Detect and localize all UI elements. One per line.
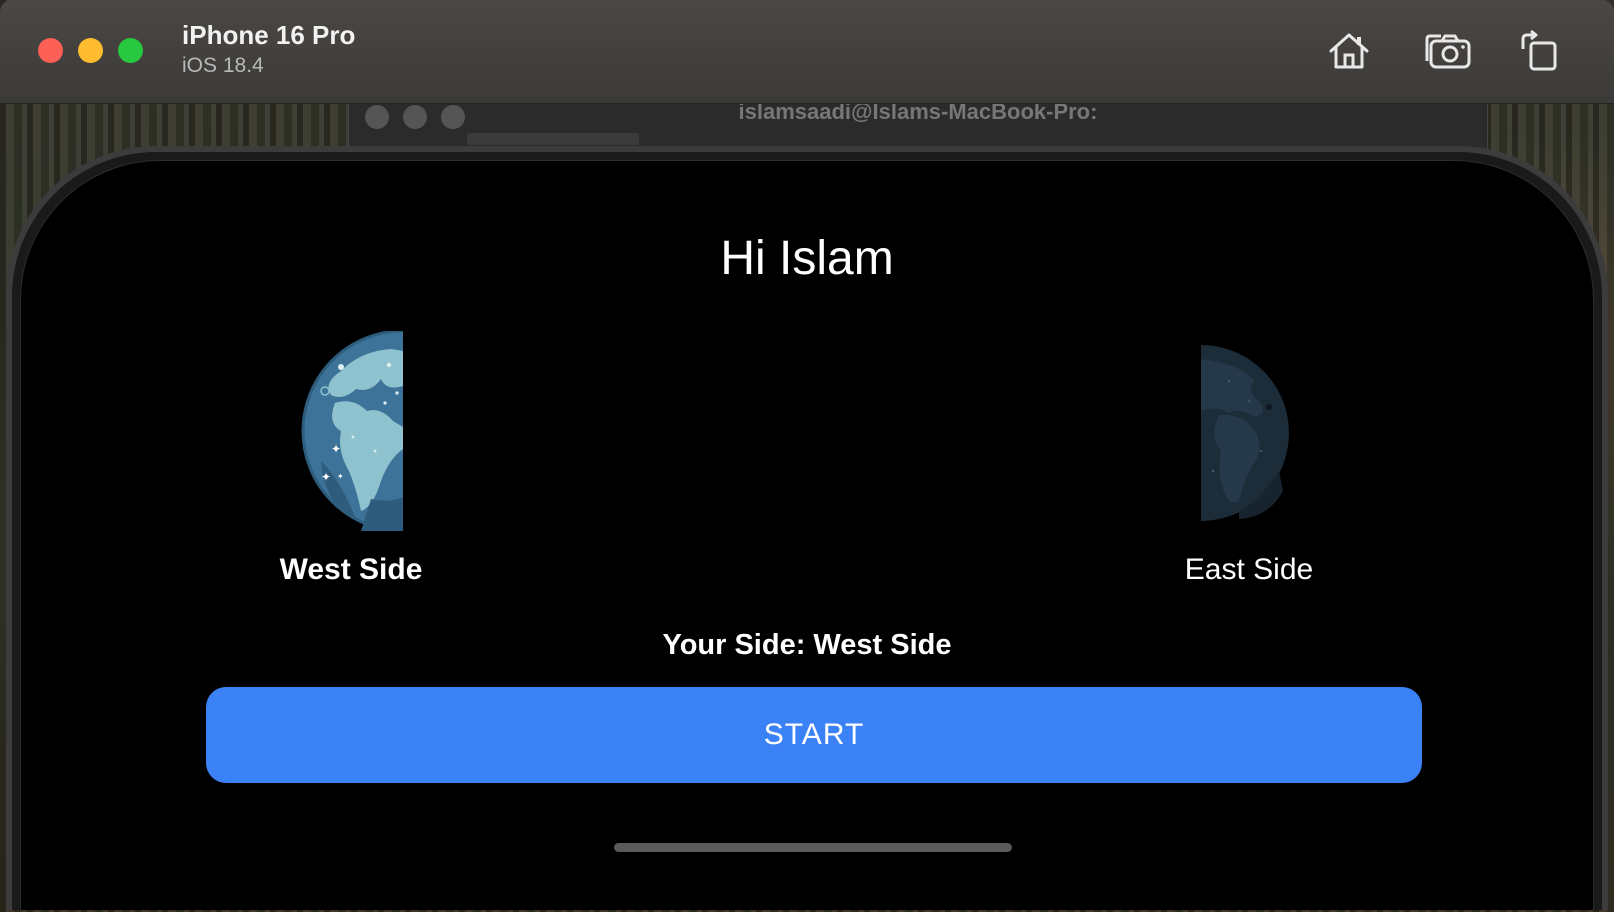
svg-text:✦: ✦ — [337, 472, 344, 481]
device-name: iPhone 16 Pro — [182, 20, 356, 50]
svg-text:✦: ✦ — [331, 442, 341, 456]
os-version: iOS 18.4 — [182, 54, 264, 77]
app-screen: Hi Islam ✦ ✦ ✦ West Side East Side Your … — [20, 160, 1594, 910]
home-icon[interactable] — [1324, 26, 1374, 76]
start-button[interactable]: START — [206, 687, 1422, 783]
rotate-icon[interactable] — [1514, 26, 1564, 76]
east-side-label[interactable]: East Side — [1129, 553, 1369, 587]
home-indicator[interactable] — [614, 843, 1012, 852]
simulator-title-bar: iPhone 16 Pro iOS 18.4 — [0, 0, 1614, 104]
svg-text:✦: ✦ — [321, 470, 331, 484]
close-window-button[interactable] — [38, 38, 63, 63]
globe-west-half-icon[interactable]: ✦ ✦ ✦ — [301, 331, 407, 536]
minimize-window-button[interactable] — [78, 38, 103, 63]
window-controls — [38, 38, 143, 63]
globe-east-half-icon[interactable] — [1199, 341, 1291, 530]
zoom-window-button[interactable] — [118, 38, 143, 63]
screenshot-camera-icon[interactable] — [1424, 26, 1474, 76]
terminal-tab — [467, 133, 639, 145]
iphone-frame: Hi Islam ✦ ✦ ✦ West Side East Side Your … — [6, 146, 1608, 910]
greeting-title: Hi Islam — [720, 232, 894, 285]
west-side-label[interactable]: West Side — [231, 553, 471, 587]
your-side-status: Your Side: West Side — [662, 629, 952, 661]
